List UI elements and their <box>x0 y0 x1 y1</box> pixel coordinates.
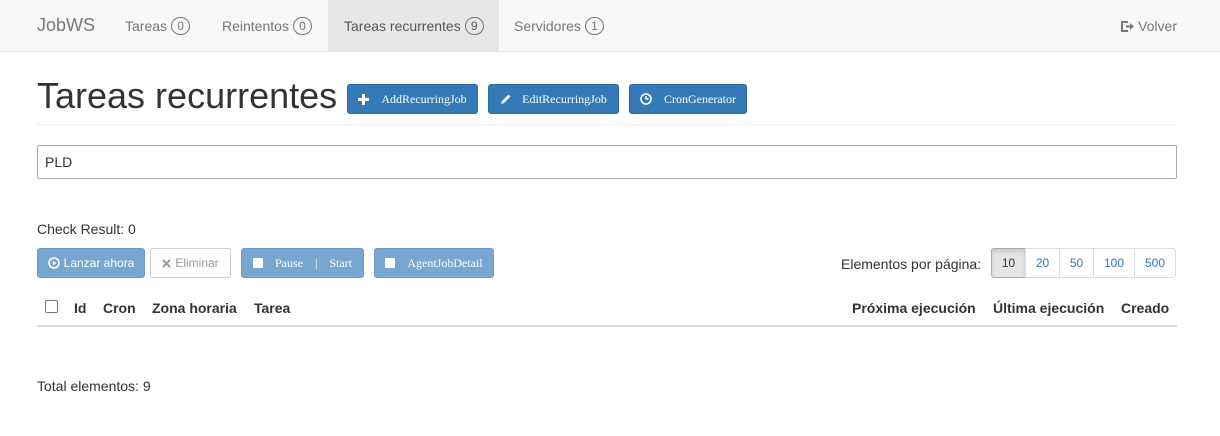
back-link[interactable]: Volver <box>1120 0 1177 51</box>
agent-job-detail-button[interactable]: AgentJobDetail <box>374 248 494 278</box>
column-header-created[interactable]: Creado <box>1121 300 1169 316</box>
page-size-10[interactable]: 10 <box>991 248 1026 278</box>
delete-label: Eliminar <box>175 256 219 270</box>
sign-out-icon <box>1121 20 1135 32</box>
page-size-selector: 10 20 50 100 500 <box>991 248 1176 278</box>
count-badge: 9 <box>464 17 484 36</box>
check-result-text: Check Result: 0 <box>37 221 136 237</box>
brand-link[interactable]: JobWS <box>37 15 95 36</box>
column-header-cron[interactable]: Cron <box>103 300 136 316</box>
stop-icon <box>385 258 396 268</box>
page-size-100[interactable]: 100 <box>1093 248 1135 278</box>
column-header-timezone[interactable]: Zona horaria <box>152 300 237 316</box>
page-title: Tareas recurrentes <box>37 75 338 116</box>
launch-now-label: Lanzar ahora <box>63 256 135 270</box>
count-badge: 1 <box>584 17 604 36</box>
per-page-label: Elementos por página: <box>841 256 982 272</box>
page-size-50[interactable]: 50 <box>1059 248 1094 278</box>
nav-item-label: Tareas recurrentes <box>344 18 461 34</box>
page-size-20[interactable]: 20 <box>1025 248 1060 278</box>
nav-item-tareas-recurrentes[interactable]: Tareas recurrentes 9 <box>328 0 499 51</box>
column-header-task[interactable]: Tarea <box>254 300 290 316</box>
pencil-icon <box>501 94 511 104</box>
edit-recurring-job-button[interactable]: EditRecurringJob <box>488 84 619 114</box>
launch-now-button[interactable]: Lanzar ahora <box>37 248 145 278</box>
page-size-500[interactable]: 500 <box>1134 248 1176 278</box>
column-header-id[interactable]: Id <box>74 300 86 316</box>
close-icon <box>162 258 172 268</box>
nav-item-tareas[interactable]: Tareas 0 <box>110 0 205 51</box>
back-label: Volver <box>1138 18 1177 34</box>
total-elements-text: Total elementos: 9 <box>37 378 151 394</box>
pause-start-button[interactable]: Pause | Start <box>241 248 364 278</box>
clock-icon <box>640 93 652 105</box>
cron-generator-button[interactable]: CronGenerator <box>629 84 747 114</box>
edit-recurring-job-label: EditRecurringJob <box>522 91 607 106</box>
cron-generator-label: CronGenerator <box>664 91 736 106</box>
column-header-last-execution[interactable]: Última ejecución <box>993 300 1104 316</box>
nav-item-servidores[interactable]: Servidores 1 <box>499 0 619 51</box>
nav-item-label: Servidores <box>514 18 581 34</box>
nav-item-label: Reintentos <box>222 18 289 34</box>
search-input[interactable] <box>37 145 1177 179</box>
nav-item-label: Tareas <box>125 18 168 34</box>
play-circle-icon <box>47 257 60 269</box>
navbar: JobWS Tareas 0 Reintentos 0 Tareas recurre… <box>0 0 1220 52</box>
column-header-next-execution[interactable]: Próxima ejecución <box>852 300 976 316</box>
pause-start-label: Pause | Start <box>274 255 353 270</box>
stop-icon <box>252 258 263 268</box>
agent-job-detail-label: AgentJobDetail <box>407 255 483 270</box>
table-header-divider <box>37 325 1177 327</box>
nav-item-reintentos[interactable]: Reintentos 0 <box>207 0 327 51</box>
add-recurring-job-label: AddRecurringJob <box>381 91 467 106</box>
add-recurring-job-button[interactable]: AddRecurringJob <box>347 84 478 114</box>
select-all-checkbox[interactable] <box>45 300 58 313</box>
header-divider <box>37 124 1177 125</box>
count-badge: 0 <box>292 17 312 36</box>
plus-icon <box>358 93 370 105</box>
count-badge: 0 <box>171 17 191 36</box>
delete-button[interactable]: Eliminar <box>150 248 231 278</box>
